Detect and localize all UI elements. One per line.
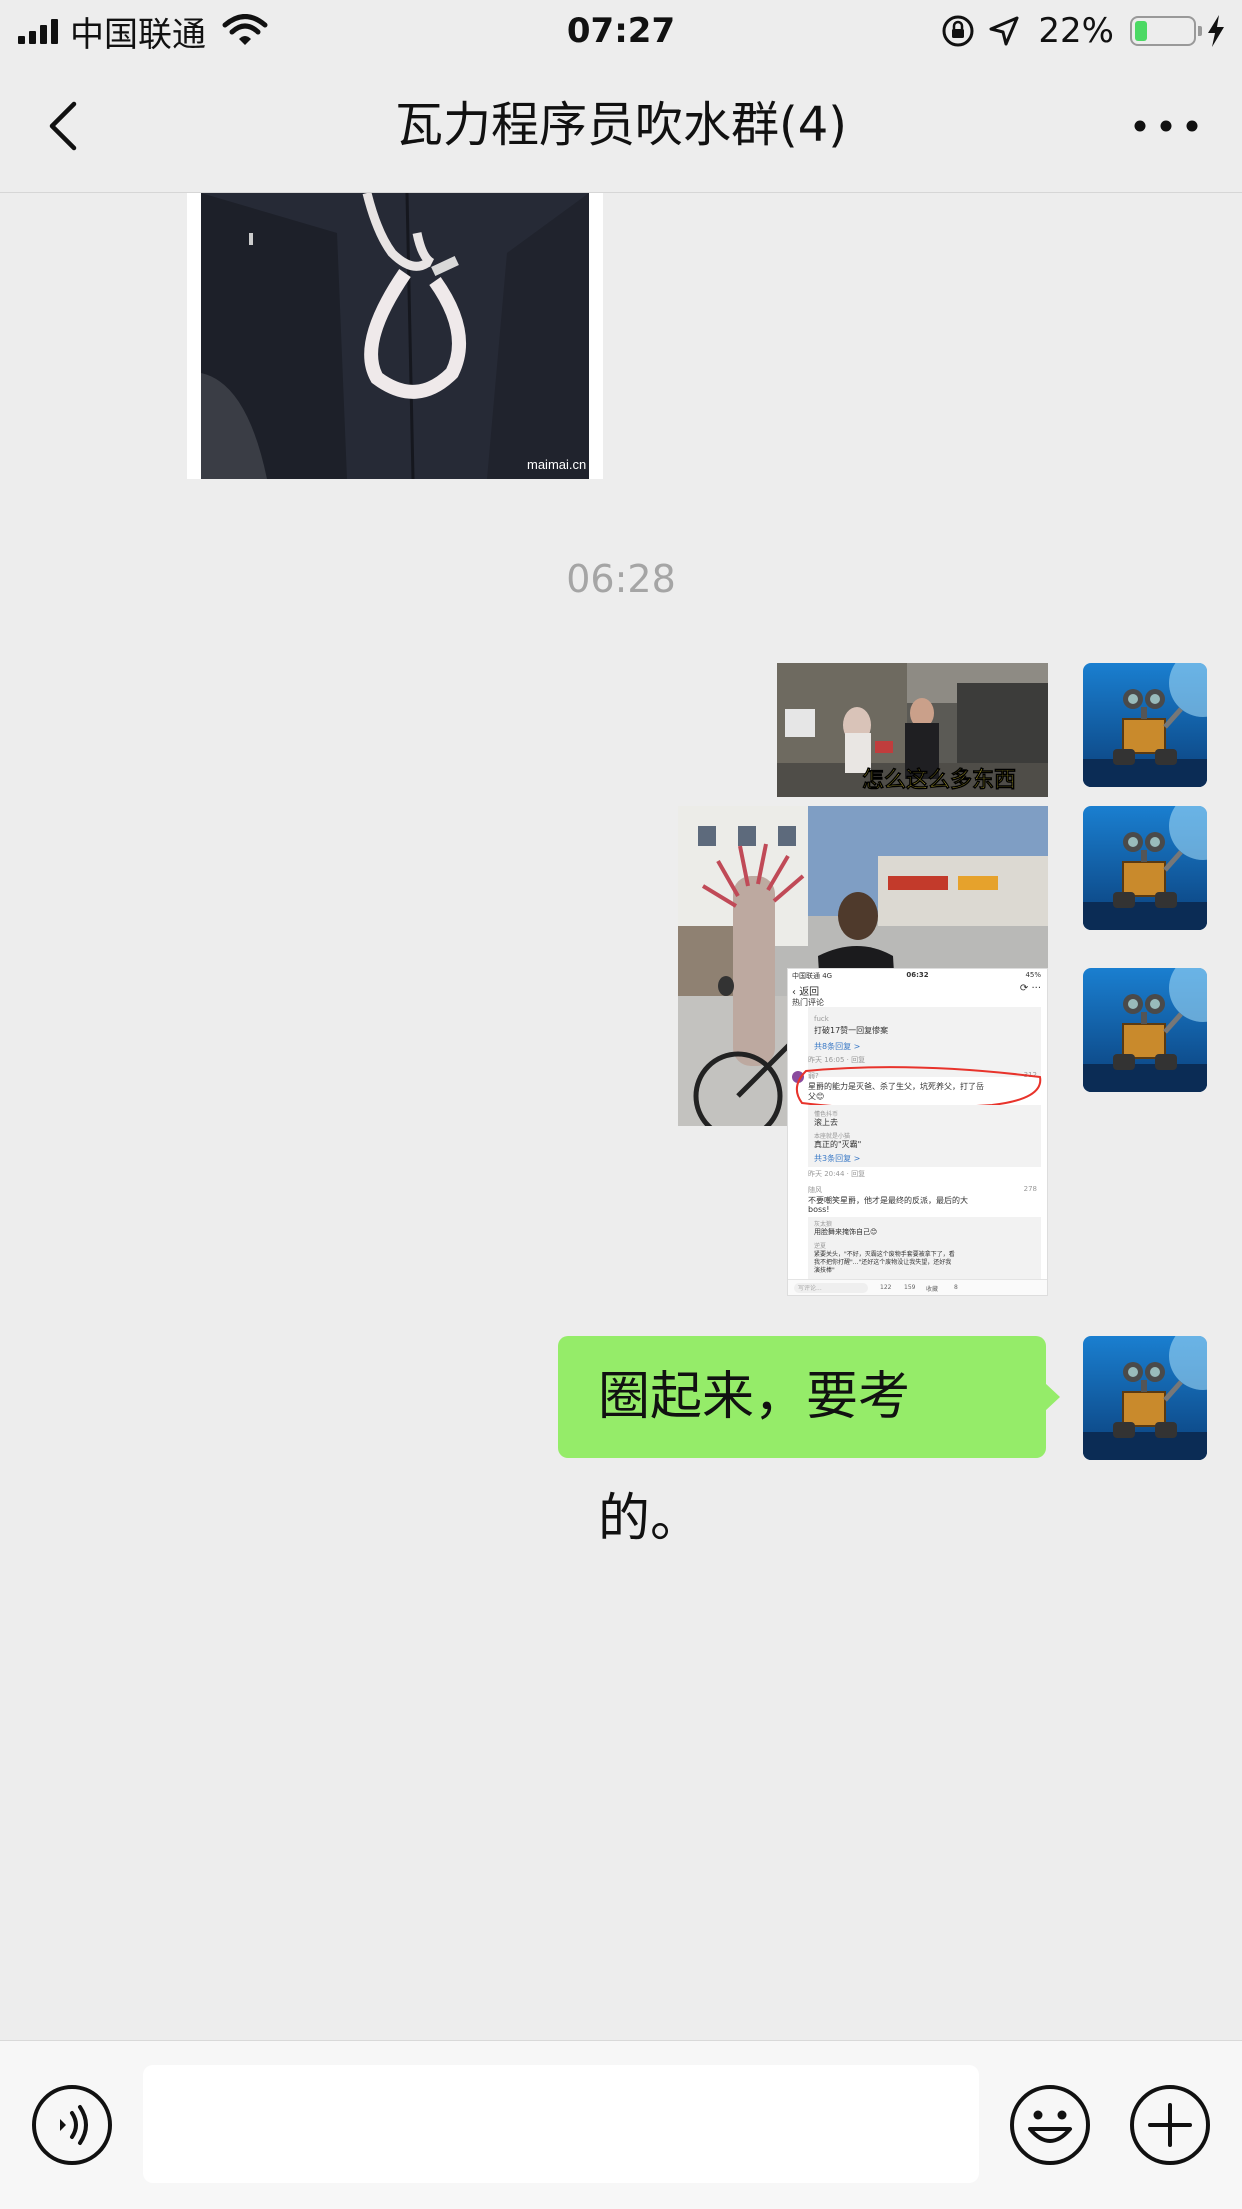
shot-more-icon: ⟳ ···	[1019, 983, 1041, 994]
image-caption: 怎么这么多东西	[862, 767, 1016, 793]
battery-icon	[1130, 16, 1202, 46]
shot-comment-input: 写评论...	[794, 1283, 868, 1293]
message-timestamp: 06:28	[566, 557, 676, 601]
message-text: 圈起来，要考的。	[598, 1367, 911, 1549]
walle-avatar-image	[1083, 1336, 1207, 1460]
charging-bolt-icon	[1208, 15, 1224, 47]
chat-header: 瓦力程序员吹水群(4)	[0, 62, 1242, 193]
shot-time: 06:32	[906, 971, 929, 979]
battery-percent: 22%	[1038, 11, 1114, 51]
street-photo: 怎么这么多东西	[777, 663, 1048, 797]
shot-c2-likes: 278	[1023, 1185, 1037, 1193]
shot-c0-replies: 共8条回复 >	[814, 1042, 861, 1051]
screenshot-image-message[interactable]: 中国联通 4G 06:32 45% ‹ 返回 ⟳ ··· 热门评论 fuck 打…	[787, 968, 1048, 1296]
chat-messages[interactable]: maimai.cn 06:28 怎么这么多东西 中国联通 4G 06:32 45…	[0, 193, 1242, 2039]
add-attachment-icon[interactable]	[1128, 2083, 1212, 2167]
back-arrow-icon[interactable]	[36, 96, 96, 156]
status-bar: 中国联通 07:27 22%	[0, 0, 1242, 62]
avatar[interactable]	[1083, 806, 1207, 930]
voice-input-icon[interactable]	[30, 2083, 114, 2167]
shot-c2-r1-text: 用脸舞来掩饰自己😊	[814, 1228, 878, 1236]
shot-c1-r1-text: 滚上去	[814, 1118, 838, 1127]
shot-battery: 45%	[1025, 971, 1041, 979]
shot-c0-user: fuck	[814, 1015, 829, 1023]
hoodie-photo: maimai.cn	[201, 193, 589, 479]
image-watermark: maimai.cn	[527, 457, 586, 472]
avatar[interactable]	[1083, 968, 1207, 1092]
shot-c2-r2-text3: 演技棒"	[814, 1267, 835, 1274]
image-message[interactable]: 怎么这么多东西	[777, 663, 1048, 797]
orientation-lock-icon	[942, 15, 974, 47]
shot-c2-text2: boss!	[808, 1205, 830, 1214]
shot-share-count: 8	[954, 1284, 958, 1291]
text-message-bubble[interactable]: 圈起来，要考的。	[558, 1336, 1060, 1549]
message-input-bar	[0, 2040, 1242, 2209]
shot-likes-count: 159	[904, 1284, 916, 1291]
walle-avatar-image	[1083, 806, 1207, 930]
shot-c0-text: 打破17赞一回复惨案	[814, 1026, 889, 1035]
avatar[interactable]	[1083, 1336, 1207, 1460]
walle-avatar-image	[1083, 968, 1207, 1092]
shot-c1-meta: 昨天 20:44 · 回复	[808, 1170, 866, 1178]
location-arrow-icon	[989, 16, 1019, 46]
chat-title: 瓦力程序员吹水群(4)	[395, 97, 847, 153]
shot-c0-meta: 昨天 16:05 · 回复	[808, 1056, 866, 1064]
walle-avatar-image	[1083, 663, 1207, 787]
shot-c1-replies: 共3条回复 >	[814, 1154, 861, 1163]
shot-c1-r2-text: 真正的"灭霸"	[814, 1140, 862, 1149]
shot-bottom-bar: 写评论... 122 159 收藏 8	[788, 1279, 1047, 1295]
avatar[interactable]	[1083, 663, 1207, 787]
message-text-input[interactable]	[143, 2065, 979, 2183]
shot-comments-count: 122	[880, 1284, 892, 1291]
emoji-icon[interactable]	[1008, 2083, 1092, 2167]
image-message[interactable]: maimai.cn	[187, 193, 603, 479]
shot-fav-label: 收藏	[926, 1286, 939, 1293]
shot-c2-user: 随风	[808, 1186, 822, 1194]
more-options-icon[interactable]	[1130, 106, 1202, 146]
